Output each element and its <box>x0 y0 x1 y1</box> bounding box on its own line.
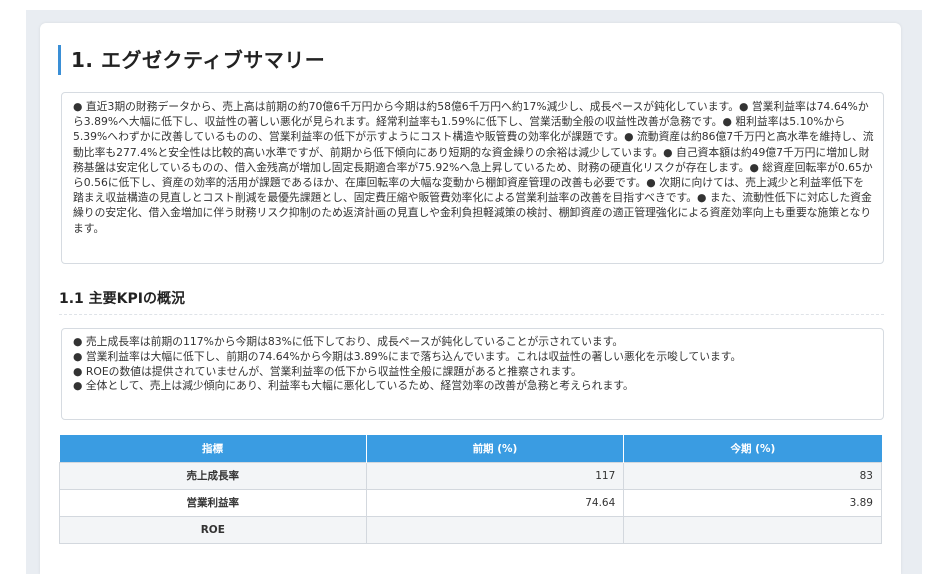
column-header-current-period: 今期 (%) <box>623 435 882 462</box>
current-value-cell: 3.89 <box>623 488 882 517</box>
kpi-bullet: ● 売上成長率は前期の117%から今期は83%に低下しており、成長ペースが鈍化し… <box>73 335 624 348</box>
metric-name-cell: ROE <box>59 515 367 544</box>
executive-summary-box: ● 直近3期の財務データから、売上高は前期の約70億6千万円から今期は約58億6… <box>61 92 884 264</box>
column-header-previous-period: 前期 (%) <box>365 435 624 462</box>
kpi-table: 指標 前期 (%) 今期 (%) 売上成長率 117 83 営業利益率 74.6… <box>59 435 882 544</box>
current-value-cell: 83 <box>623 461 882 490</box>
kpi-bullet: ● ROEの数値は提供されていませんが、営業利益率の低下から収益性全般に課題があ… <box>73 364 582 378</box>
table-row: ROE <box>59 515 882 544</box>
kpi-table-header-row: 指標 前期 (%) 今期 (%) <box>59 435 882 462</box>
section-title: 1. エグゼクティブサマリー <box>58 45 325 75</box>
previous-value-cell: 117 <box>365 461 625 490</box>
previous-value-cell <box>365 515 625 544</box>
column-header-metric: 指標 <box>59 435 367 462</box>
table-row: 売上成長率 117 83 <box>59 461 882 490</box>
metric-name-cell: 営業利益率 <box>59 488 367 517</box>
report-card: 1. エグゼクティブサマリー ● 直近3期の財務データから、売上高は前期の約70… <box>40 23 901 574</box>
metric-name-cell: 売上成長率 <box>59 461 367 490</box>
executive-summary-text: ● 直近3期の財務データから、売上高は前期の約70億6千万円から今期は約58億6… <box>73 100 874 235</box>
kpi-bullet: ● 全体として、売上は減少傾向にあり、利益率も大幅に悪化しているため、経営効率の… <box>73 379 634 393</box>
table-row: 営業利益率 74.64 3.89 <box>59 488 882 517</box>
kpi-bullet: ● 営業利益率は大幅に低下し、前期の74.64%から今期は3.89%にまで落ち込… <box>73 349 742 363</box>
previous-value-cell: 74.64 <box>365 488 625 517</box>
section-divider <box>59 314 884 315</box>
current-value-cell <box>623 515 882 544</box>
kpi-overview-title: 1.1 主要KPIの概況 <box>59 291 185 307</box>
kpi-summary-box: ● 売上成長率は前期の117%から今期は83%に低下しており、成長ペースが鈍化し… <box>61 328 884 420</box>
